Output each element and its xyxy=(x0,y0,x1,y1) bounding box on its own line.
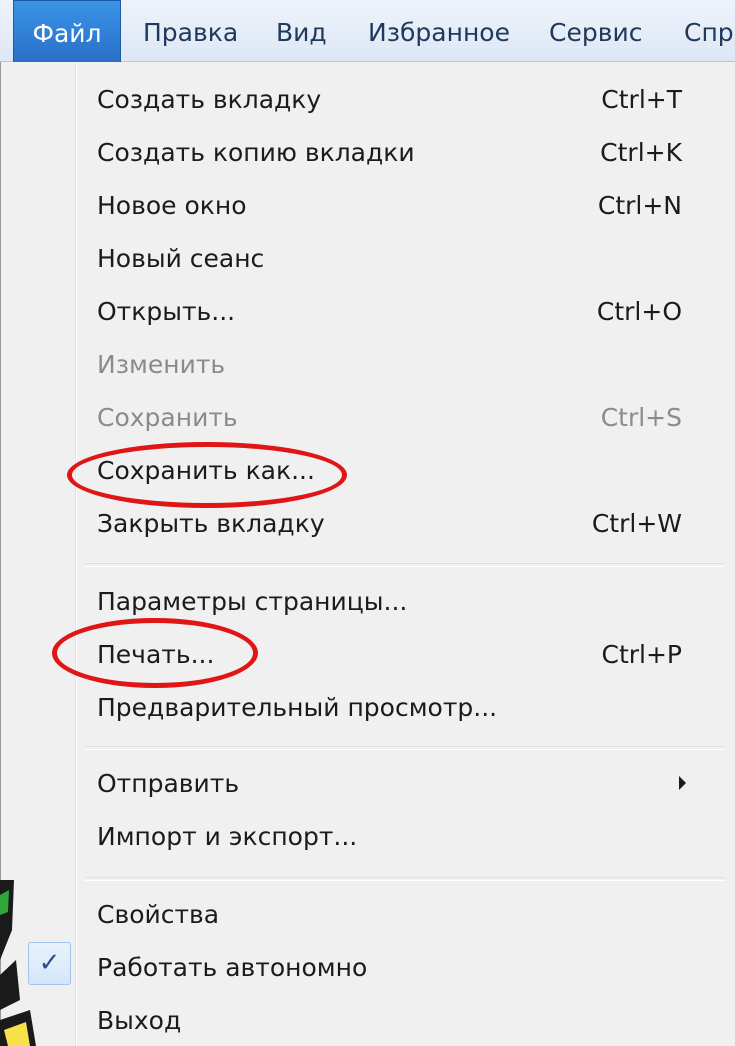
menu-separator xyxy=(85,877,725,881)
menu-item-label: Импорт и экспорт... xyxy=(97,822,358,851)
menu-item-shortcut: Ctrl+N xyxy=(597,191,682,220)
highlight-circle-save-as xyxy=(67,442,347,508)
menu-item-label: Свойства xyxy=(97,900,220,929)
menu-item-new-window[interactable]: Новое окно Ctrl+N xyxy=(1,181,735,233)
menubar-edit[interactable]: Правка xyxy=(143,0,238,62)
file-menu-dropdown: Создать вкладку Ctrl+T Создать копию вкл… xyxy=(0,62,735,1046)
menu-item-shortcut: Ctrl+W xyxy=(591,509,682,538)
menu-item-label: Закрыть вкладку xyxy=(97,509,325,538)
menu-item-send[interactable]: Отправить xyxy=(1,759,735,811)
menubar-help[interactable]: Спр xyxy=(684,0,734,62)
menu-item-label: Открыть... xyxy=(97,297,236,326)
menu-item-label: Новое окно xyxy=(97,191,247,220)
menu-item-label: Новый сеанс xyxy=(97,244,265,273)
menu-item-label: Предварительный просмотр... xyxy=(97,693,498,722)
menubar-favorites[interactable]: Избранное xyxy=(368,0,510,62)
menu-item-label: Отправить xyxy=(97,769,240,798)
menu-item-shortcut: Ctrl+K xyxy=(600,138,682,167)
menu-bar: Файл Правка Вид Избранное Сервис Спр xyxy=(0,0,735,62)
menu-item-new-session[interactable]: Новый сеанс xyxy=(1,234,735,286)
menu-item-label: Создать вкладку xyxy=(97,85,322,114)
menu-item-label: Сохранить xyxy=(97,403,238,432)
submenu-arrow-icon xyxy=(679,776,686,790)
menu-item-close-tab[interactable]: Закрыть вкладку Ctrl+W xyxy=(1,499,735,551)
menu-item-save: Сохранить Ctrl+S xyxy=(1,393,735,445)
menu-item-shortcut: Ctrl+S xyxy=(600,403,682,432)
menubar-view[interactable]: Вид xyxy=(276,0,327,62)
menu-item-properties[interactable]: Свойства xyxy=(1,890,735,942)
menu-item-print-preview[interactable]: Предварительный просмотр... xyxy=(1,683,735,735)
menu-item-label: Работать автономно xyxy=(97,953,368,982)
menu-item-label: Выход xyxy=(97,1006,182,1035)
highlight-circle-print xyxy=(52,618,258,688)
menu-item-open[interactable]: Открыть... Ctrl+O xyxy=(1,287,735,339)
menu-item-label: Изменить xyxy=(97,350,226,379)
menu-item-shortcut: Ctrl+P xyxy=(601,640,682,669)
menu-separator xyxy=(85,746,725,750)
menubar-file[interactable]: Файл xyxy=(13,0,121,62)
menubar-tools[interactable]: Сервис xyxy=(549,0,642,62)
menu-item-import-export[interactable]: Импорт и экспорт... xyxy=(1,812,735,864)
menu-item-duplicate-tab[interactable]: Создать копию вкладки Ctrl+K xyxy=(1,128,735,180)
checkmark-icon: ✓ xyxy=(28,942,71,985)
menu-item-shortcut: Ctrl+T xyxy=(601,85,682,114)
menu-item-new-tab[interactable]: Создать вкладку Ctrl+T xyxy=(1,75,735,127)
menu-item-label: Параметры страницы... xyxy=(97,587,408,616)
menu-item-label: Создать копию вкладки xyxy=(97,138,415,167)
menu-separator xyxy=(85,563,725,567)
menu-item-shortcut: Ctrl+O xyxy=(596,297,682,326)
menu-item-exit[interactable]: Выход xyxy=(1,996,735,1046)
menu-item-edit: Изменить xyxy=(1,340,735,392)
menu-item-work-offline[interactable]: ✓ Работать автономно xyxy=(1,942,735,995)
